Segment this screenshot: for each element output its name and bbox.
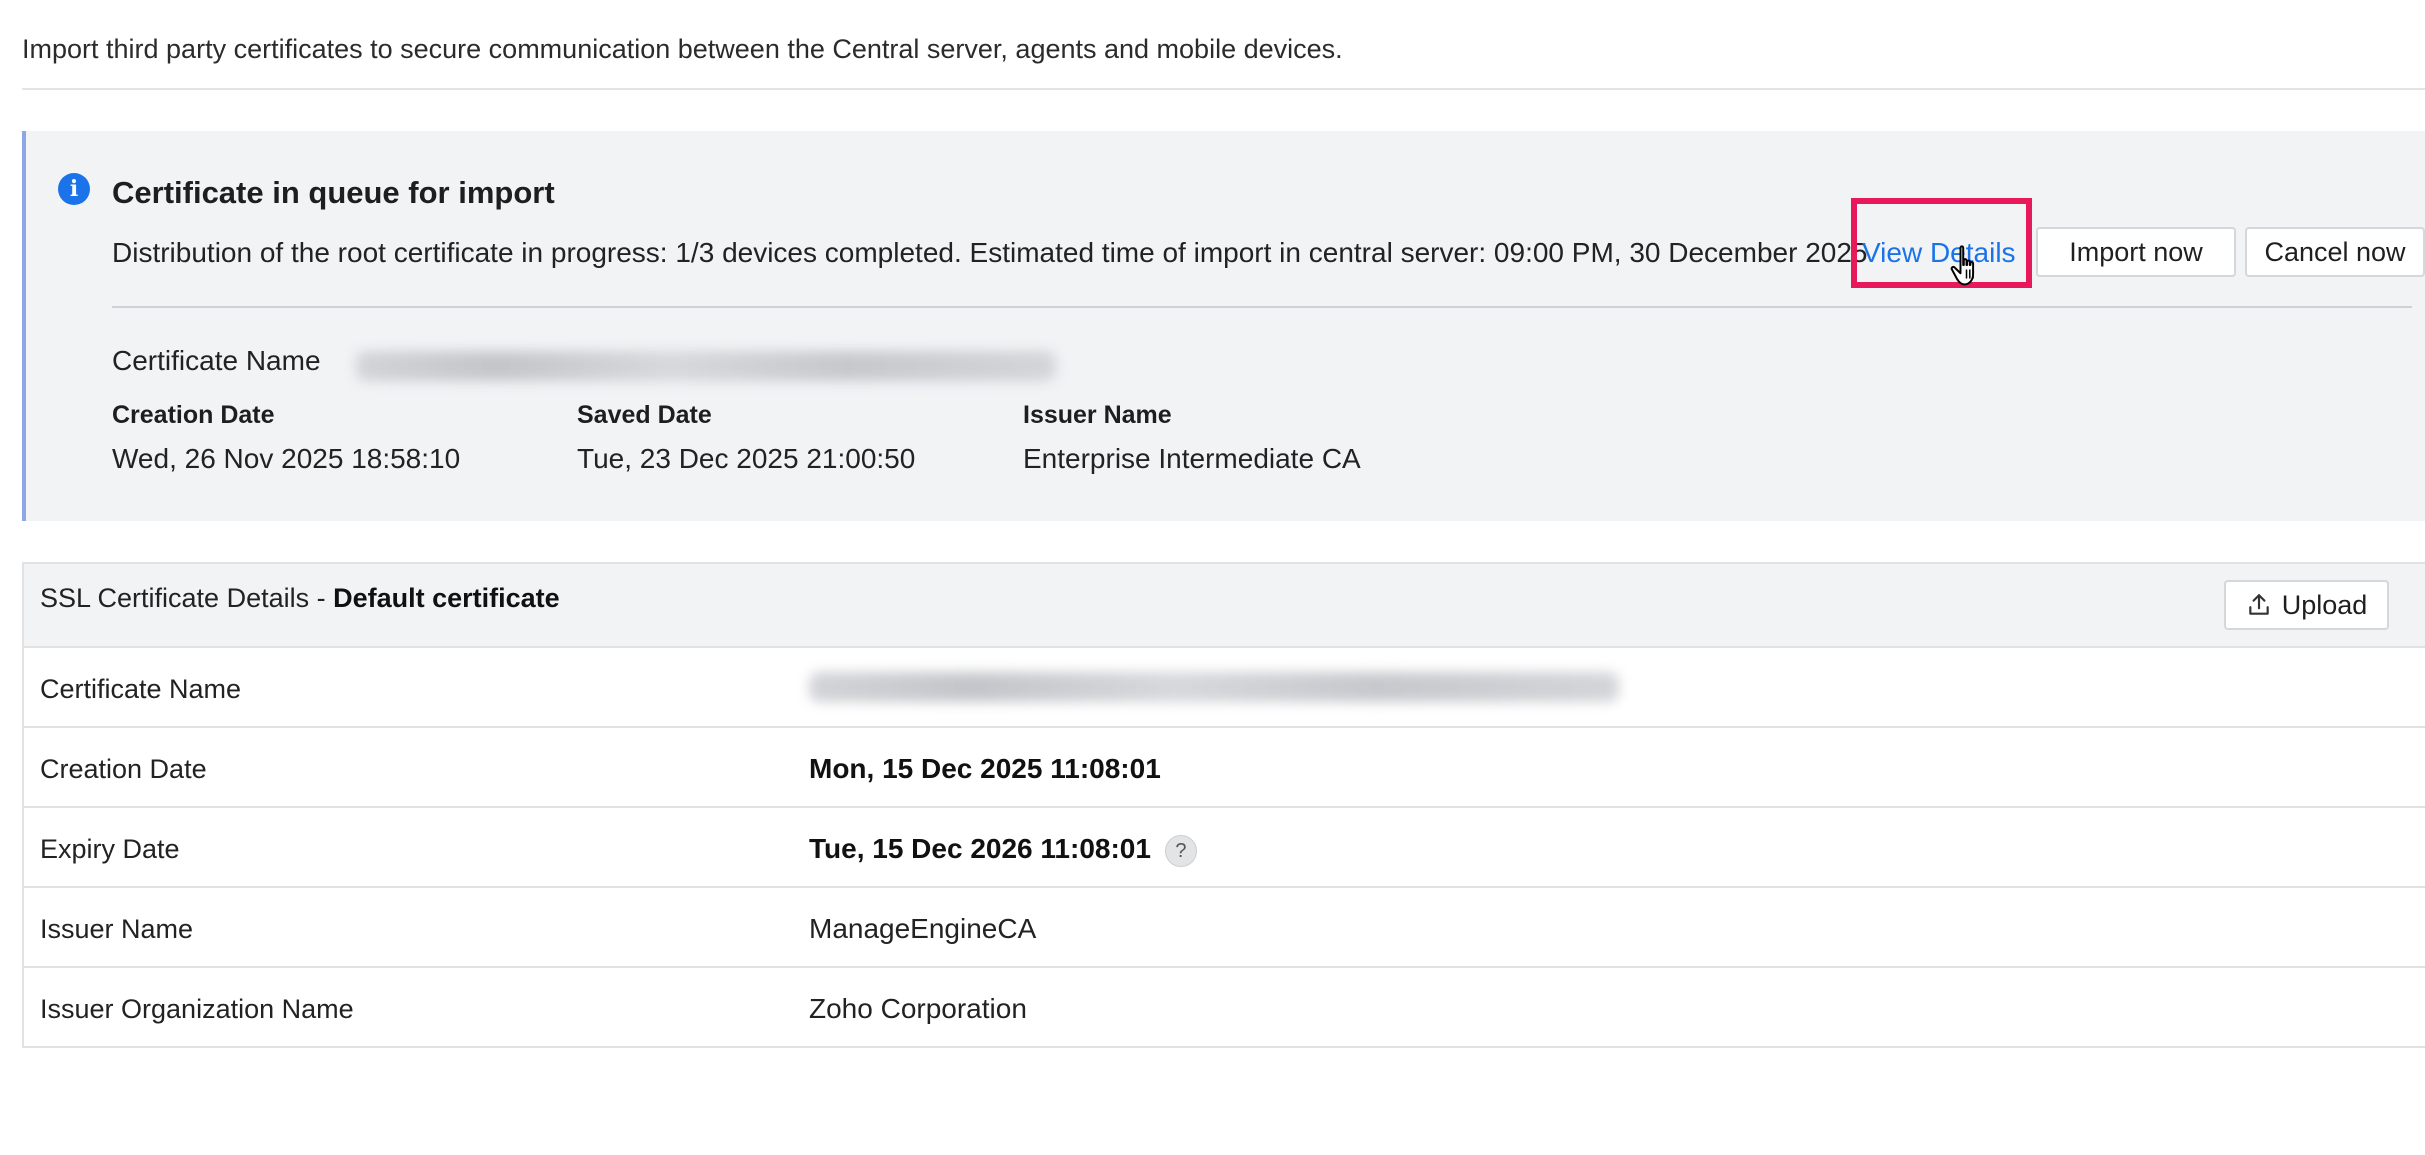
queue-creation-date-value: Wed, 26 Nov 2025 18:58:10	[112, 443, 461, 474]
queue-saved-date-value: Tue, 23 Dec 2025 21:00:50	[577, 443, 916, 474]
ssl-certificate-details-card: SSL Certificate Details - Default certif…	[22, 562, 2425, 1048]
table-row-creation-date: Creation Date Mon, 15 Dec 2025 11:08:01	[24, 728, 2425, 808]
row-value: Zoho Corporation	[809, 993, 1027, 1024]
queue-notice-panel: i Certificate in queue for import Distri…	[22, 131, 2425, 521]
row-value: ManageEngineCA	[809, 913, 1037, 944]
view-details-link[interactable]: View Details	[1862, 237, 2016, 269]
queue-issuer-name-value: Enterprise Intermediate CA	[1023, 443, 1361, 474]
queue-description: Distribution of the root certificate in …	[112, 237, 1868, 268]
row-label: Issuer Name	[40, 914, 194, 944]
upload-button[interactable]: Upload	[2224, 580, 2389, 630]
queue-certificate-name-redacted	[356, 351, 1056, 381]
upload-label: Upload	[2281, 589, 2368, 620]
ssl-header: SSL Certificate Details - Default certif…	[24, 564, 2425, 648]
import-now-button[interactable]: Import now	[2036, 227, 2236, 277]
divider	[22, 88, 2425, 90]
table-row-certificate-name: Certificate Name	[24, 648, 2425, 728]
row-value: Tue, 15 Dec 2026 11:08:01	[809, 833, 1151, 864]
row-label: Issuer Organization Name	[40, 994, 354, 1024]
row-value-container: Tue, 15 Dec 2026 11:08:01?	[809, 833, 1197, 867]
row-label: Creation Date	[40, 754, 207, 784]
row-value: Mon, 15 Dec 2025 11:08:01	[809, 753, 1161, 784]
certificate-name-redacted	[809, 672, 1619, 702]
row-label: Expiry Date	[40, 834, 180, 864]
queue-divider	[112, 306, 2412, 308]
queue-certificate-name-label: Certificate Name	[112, 345, 321, 376]
table-row-expiry-date: Expiry Date Tue, 15 Dec 2026 11:08:01?	[24, 808, 2425, 888]
row-label: Certificate Name	[40, 674, 242, 704]
ssl-header-title: SSL Certificate Details - Default certif…	[40, 583, 560, 614]
intro-text: Import third party certificates to secur…	[22, 34, 1343, 64]
queue-creation-date-label: Creation Date	[112, 401, 275, 429]
ssl-header-prefix: SSL Certificate Details -	[40, 583, 334, 613]
queue-saved-date-label: Saved Date	[577, 401, 712, 429]
queue-title: Certificate in queue for import	[112, 175, 555, 210]
queue-issuer-name-label: Issuer Name	[1023, 401, 1172, 429]
info-icon: i	[58, 173, 90, 205]
upload-icon	[2248, 594, 2269, 615]
help-icon[interactable]: ?	[1164, 834, 1197, 867]
ssl-header-certificate-type: Default certificate	[333, 583, 560, 613]
table-row-issuer-name: Issuer Name ManageEngineCA	[24, 888, 2425, 968]
table-row-issuer-organization: Issuer Organization Name Zoho Corporatio…	[24, 968, 2425, 1048]
cancel-now-button[interactable]: Cancel now	[2245, 227, 2425, 277]
